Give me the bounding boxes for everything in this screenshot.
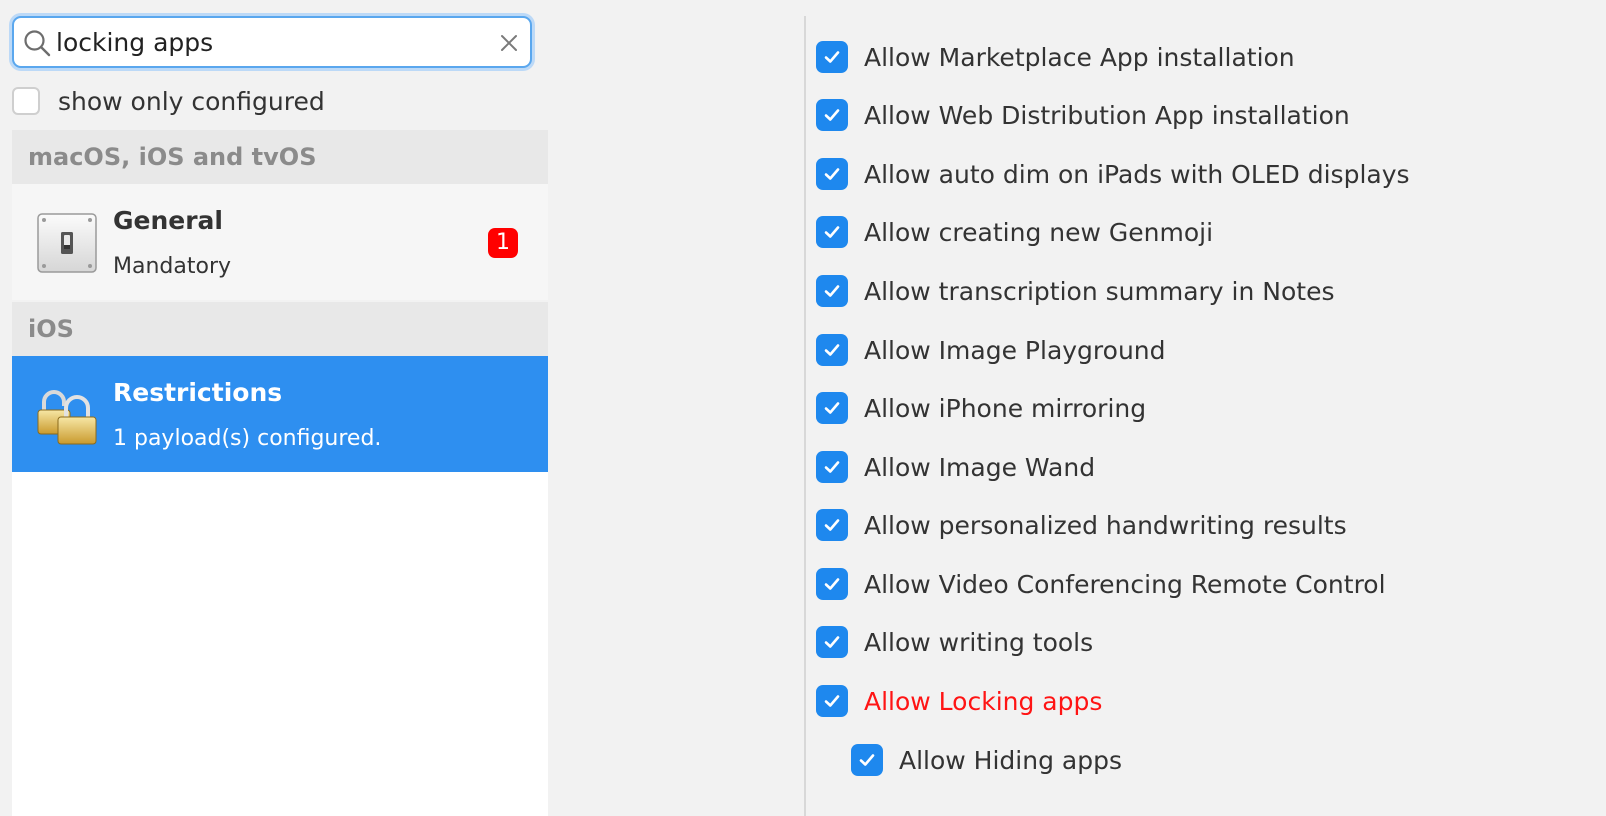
option-label: Allow Marketplace App installation bbox=[864, 42, 1295, 72]
option-row[interactable]: Allow Marketplace App installation bbox=[816, 37, 1295, 77]
option-row[interactable]: Allow writing tools bbox=[816, 622, 1093, 662]
checkbox-checked[interactable] bbox=[816, 275, 848, 307]
checkmark-icon bbox=[824, 168, 840, 180]
checkmark-icon bbox=[824, 285, 840, 297]
option-label-search-match: Allow Locking apps bbox=[864, 686, 1103, 716]
option-row[interactable]: Allow Video Conferencing Remote Control bbox=[816, 564, 1386, 604]
search-icon bbox=[24, 30, 51, 57]
checkbox-checked[interactable] bbox=[816, 41, 848, 73]
option-row-highlighted[interactable]: Allow Locking apps bbox=[816, 681, 1102, 721]
option-label: Allow Video Conferencing Remote Control bbox=[864, 569, 1386, 599]
checkbox-checked[interactable] bbox=[816, 626, 848, 658]
show-only-configured-filter[interactable]: show only configured bbox=[12, 85, 325, 117]
group-header-macos-ios-tvos: macOS, iOS and tvOS bbox=[12, 130, 548, 184]
checkbox-checked[interactable] bbox=[816, 568, 848, 600]
option-label: Allow iPhone mirroring bbox=[864, 393, 1147, 423]
option-label: Allow creating new Genmoji bbox=[864, 217, 1214, 247]
switch-icon bbox=[37, 213, 97, 273]
payload-subtitle: Mandatory bbox=[113, 254, 232, 279]
checkmark-icon bbox=[824, 344, 840, 356]
show-only-configured-checkbox[interactable] bbox=[12, 87, 40, 115]
option-row[interactable]: Allow Web Distribution App installation bbox=[816, 95, 1350, 135]
checkmark-icon bbox=[824, 461, 840, 473]
status-badge: 1 bbox=[488, 228, 518, 258]
checkbox-checked[interactable] bbox=[816, 392, 848, 424]
checkmark-icon bbox=[824, 402, 840, 414]
checkbox-checked[interactable] bbox=[851, 744, 883, 776]
option-row[interactable]: Allow iPhone mirroring bbox=[816, 388, 1146, 428]
payload-item-restrictions[interactable]: Restrictions 1 payload(s) configured. bbox=[12, 356, 548, 472]
checkbox-checked[interactable] bbox=[816, 451, 848, 483]
checkbox-checked[interactable] bbox=[816, 509, 848, 541]
show-only-configured-label: show only configured bbox=[58, 86, 325, 116]
payload-list-empty-area bbox=[12, 472, 548, 816]
option-row[interactable]: Allow Image Playground bbox=[816, 330, 1166, 370]
option-row[interactable]: Allow auto dim on iPads with OLED displa… bbox=[816, 154, 1410, 194]
option-label: Allow personalized handwriting results bbox=[864, 510, 1347, 540]
option-label: Allow Image Wand bbox=[864, 452, 1096, 482]
checkmark-icon bbox=[824, 695, 840, 707]
search-field[interactable] bbox=[12, 16, 532, 68]
option-row[interactable]: Allow transcription summary in Notes bbox=[816, 271, 1334, 311]
checkmark-icon bbox=[824, 519, 840, 531]
checkmark-icon bbox=[824, 636, 840, 648]
checkbox-checked[interactable] bbox=[816, 216, 848, 248]
payload-sidebar: show only configured macOS, iOS and tvOS… bbox=[0, 0, 560, 816]
checkmark-icon bbox=[824, 226, 840, 238]
option-row[interactable]: Allow Image Wand bbox=[816, 447, 1095, 487]
payload-title: General bbox=[113, 206, 223, 235]
group-header-ios: iOS bbox=[12, 302, 548, 356]
payload-title: Restrictions bbox=[113, 378, 283, 407]
pane-divider[interactable] bbox=[804, 16, 806, 816]
checkbox-checked[interactable] bbox=[816, 685, 848, 717]
clear-search-icon[interactable] bbox=[498, 32, 520, 54]
option-row[interactable]: Allow creating new Genmoji bbox=[816, 212, 1213, 252]
checkbox-checked[interactable] bbox=[816, 99, 848, 131]
checkbox-checked[interactable] bbox=[816, 158, 848, 190]
search-input[interactable] bbox=[56, 24, 496, 60]
option-label: Allow Web Distribution App installation bbox=[864, 100, 1350, 130]
checkmark-icon bbox=[824, 578, 840, 590]
payload-item-general[interactable]: General Mandatory 1 bbox=[12, 184, 548, 300]
checkmark-icon bbox=[859, 754, 875, 766]
option-row-nested[interactable]: Allow Hiding apps bbox=[851, 740, 1122, 780]
option-row[interactable]: Allow personalized handwriting results bbox=[816, 505, 1347, 545]
option-label: Allow Image Playground bbox=[864, 335, 1166, 365]
checkmark-icon bbox=[824, 51, 840, 63]
option-label: Allow writing tools bbox=[864, 627, 1094, 657]
checkbox-checked[interactable] bbox=[816, 334, 848, 366]
option-label: Allow Hiding apps bbox=[899, 745, 1122, 775]
payload-subtitle: 1 payload(s) configured. bbox=[113, 426, 382, 451]
checkmark-icon bbox=[824, 109, 840, 121]
option-label: Allow auto dim on iPads with OLED displa… bbox=[864, 159, 1410, 189]
padlocks-icon bbox=[37, 390, 97, 445]
option-label: Allow transcription summary in Notes bbox=[864, 276, 1335, 306]
